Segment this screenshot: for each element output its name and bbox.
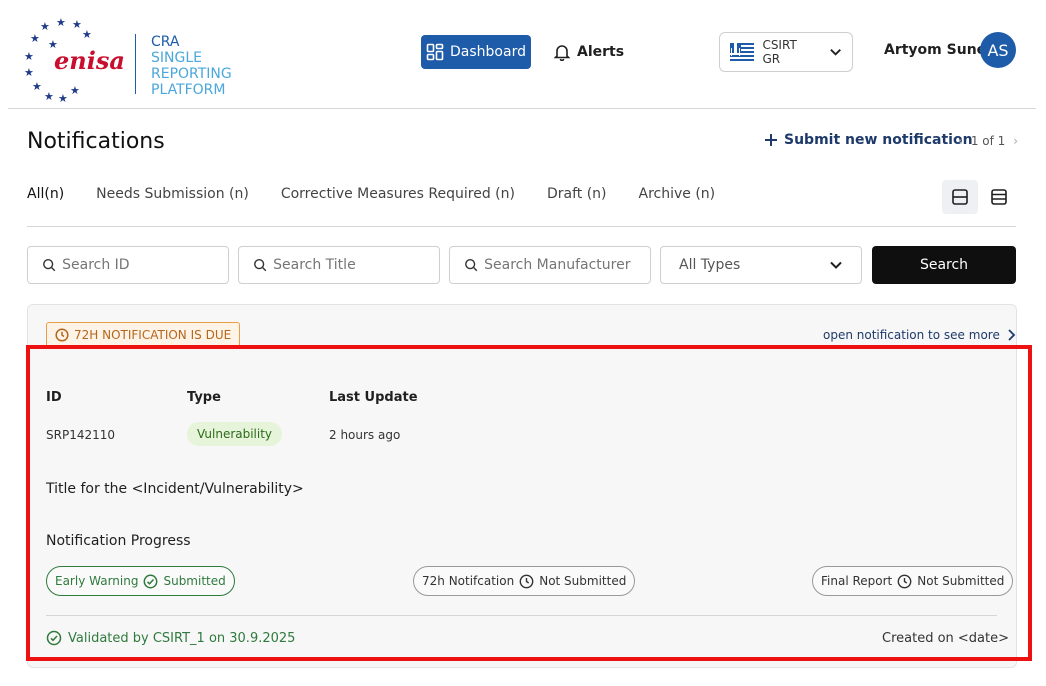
dashboard-grid-icon	[426, 43, 444, 61]
pager-next-icon[interactable]: ›	[1013, 134, 1018, 148]
header-divider	[8, 108, 1036, 109]
card-view-button[interactable]	[942, 180, 978, 214]
search-icon	[465, 258, 478, 272]
pager-text: 1 of 1	[970, 134, 1006, 148]
product-name-line2: SINGLE	[151, 50, 202, 66]
type-select-value: All Types	[679, 257, 741, 273]
country-selector-value: CSIRT GR	[762, 38, 797, 66]
pager-prev-icon[interactable]: ‹	[958, 134, 963, 148]
enisa-logo[interactable]: ★ ★ ★ ★ ★ ★ ★ ★ ★ ★ ★ ★ enisa	[22, 16, 132, 106]
open-notification-link[interactable]: open notification to see more	[823, 328, 1016, 342]
search-title-field[interactable]	[238, 246, 440, 284]
search-button[interactable]: Search	[872, 246, 1016, 284]
notification-tabs: All(n) Needs Submission (n) Corrective M…	[27, 186, 715, 202]
user-avatar[interactable]: AS	[980, 32, 1016, 68]
search-id-input[interactable]	[62, 257, 214, 273]
product-name-line4: PLATFORM	[151, 82, 226, 98]
nav-dashboard-button[interactable]: Dashboard	[421, 35, 531, 69]
tab-draft[interactable]: Draft (n)	[547, 186, 607, 202]
logo-divider	[135, 34, 136, 94]
enisa-wordmark: enisa	[54, 46, 125, 75]
product-name-line3: REPORTING	[151, 66, 232, 82]
chevron-down-icon	[830, 48, 841, 56]
nav-alerts-label: Alerts	[577, 44, 625, 60]
tab-all[interactable]: All(n)	[27, 186, 64, 202]
tab-needs-submission[interactable]: Needs Submission (n)	[96, 186, 249, 202]
nav-dashboard-label: Dashboard	[450, 44, 526, 60]
product-name: CRA SINGLE REPORTING PLATFORM	[151, 34, 232, 98]
search-manufacturer-input[interactable]	[484, 257, 636, 273]
type-select[interactable]: All Types	[660, 246, 862, 284]
search-icon	[43, 258, 56, 272]
search-title-input[interactable]	[273, 257, 425, 273]
nav-alerts-button[interactable]: Alerts	[553, 35, 624, 69]
search-id-field[interactable]	[27, 246, 229, 284]
list-view-icon	[991, 189, 1007, 205]
pager: ‹ 1 of 1 ›	[958, 134, 1018, 148]
submit-new-notification-link[interactable]: Submit new notification	[764, 132, 973, 148]
search-icon	[254, 258, 267, 272]
plus-icon	[765, 134, 777, 146]
chevron-down-icon	[830, 261, 842, 269]
clock-icon	[55, 328, 69, 342]
highlight-box	[26, 345, 1032, 661]
user-name: Artyom Sunek	[884, 42, 996, 58]
chevron-right-icon	[1008, 329, 1016, 341]
list-view-button[interactable]	[984, 180, 1014, 214]
product-name-line1: CRA	[151, 34, 180, 50]
tab-corrective-measures[interactable]: Corrective Measures Required (n)	[281, 186, 515, 202]
open-notification-label: open notification to see more	[823, 328, 1000, 342]
tab-archive[interactable]: Archive (n)	[639, 186, 716, 202]
country-selector[interactable]: CSIRT GR	[719, 32, 853, 72]
due-badge-label: 72H NOTIFICATION IS DUE	[74, 328, 232, 342]
submit-new-notification-label: Submit new notification	[784, 132, 973, 148]
tabs-divider	[27, 226, 1016, 227]
app-header: ★ ★ ★ ★ ★ ★ ★ ★ ★ ★ ★ ★ enisa CRA SINGLE…	[0, 0, 1046, 108]
page-title: Notifications	[27, 129, 165, 154]
search-manufacturer-field[interactable]	[449, 246, 651, 284]
bell-icon	[553, 45, 571, 61]
greece-flag-icon	[730, 43, 755, 61]
card-view-icon	[952, 189, 968, 205]
